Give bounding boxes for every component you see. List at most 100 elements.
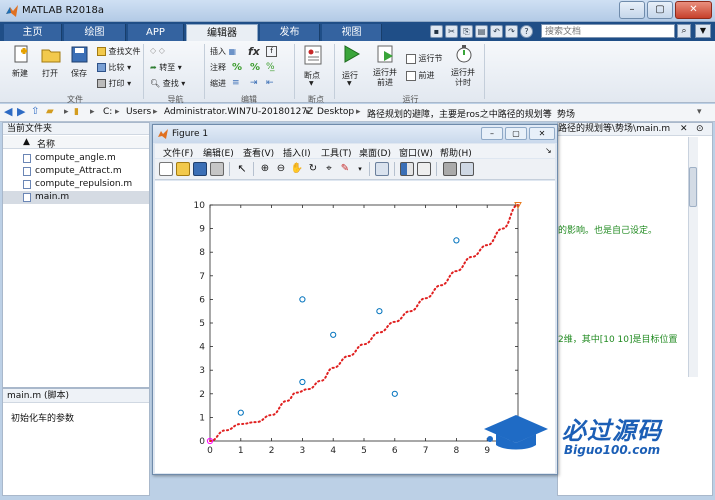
filter-icon[interactable]: ▼ bbox=[695, 24, 711, 38]
menu-view[interactable]: 查看(V) bbox=[243, 146, 274, 159]
run-dropdown-icon[interactable]: ▼ bbox=[347, 80, 352, 87]
file-name: compute_repulsion.m bbox=[35, 179, 133, 189]
back-arrow-icon[interactable]: ◀ bbox=[4, 105, 12, 118]
tab-publish[interactable]: 发布 bbox=[260, 24, 320, 41]
wrap-comments-icon[interactable]: %̲ bbox=[266, 62, 275, 72]
print-figure-icon[interactable] bbox=[210, 162, 224, 176]
forward-arrow-icon[interactable]: ▶ bbox=[17, 105, 25, 118]
qa-copy-icon[interactable]: ⎘ bbox=[460, 25, 473, 38]
link-plot-icon[interactable] bbox=[375, 162, 389, 176]
zoom-out-icon[interactable]: ⊖ bbox=[274, 162, 288, 176]
maximize-button[interactable]: ▢ bbox=[647, 1, 673, 19]
nav-back-forward[interactable]: ◇ ◇ bbox=[150, 46, 165, 55]
help-icon[interactable]: ? bbox=[520, 25, 533, 38]
current-folder-column-header[interactable]: ▲ 名称 bbox=[3, 136, 149, 150]
qa-undo-icon[interactable]: ↶ bbox=[490, 25, 503, 38]
fx-icon[interactable]: fx bbox=[248, 45, 260, 58]
path-segment-drive[interactable]: C: bbox=[103, 107, 112, 117]
breakpoints-button[interactable] bbox=[303, 45, 323, 65]
uncomment-icon[interactable]: % bbox=[250, 62, 260, 73]
menu-desktop[interactable]: 桌面(D) bbox=[359, 146, 391, 159]
brush-dropdown-icon[interactable]: ▾ bbox=[353, 162, 367, 176]
save-button[interactable] bbox=[69, 45, 91, 63]
address-bar[interactable]: ◀ ▶ ⇧ ▰ ▸ ▮ ▸ C: ▸ Users ▸ Administrator… bbox=[0, 104, 715, 122]
decrease-indent-icon[interactable]: ⇤ bbox=[266, 78, 274, 88]
path-segment-desktop[interactable]: Desktop bbox=[317, 107, 354, 117]
figure-minimize-button[interactable]: – bbox=[481, 127, 503, 140]
search-documentation-input[interactable] bbox=[541, 24, 675, 38]
figure-maximize-button[interactable]: ▢ bbox=[505, 127, 527, 140]
save-figure-icon[interactable] bbox=[193, 162, 207, 176]
path-segment-potential-field[interactable]: 势场 bbox=[557, 107, 575, 120]
tab-editor[interactable]: 编辑器 bbox=[186, 24, 258, 41]
qa-cut-icon[interactable]: ✂ bbox=[445, 25, 458, 38]
editor-vertical-scrollbar[interactable] bbox=[688, 137, 698, 377]
menu-tools[interactable]: 工具(T) bbox=[321, 146, 352, 159]
comment-button[interactable]: 注释 bbox=[210, 62, 226, 73]
path-segment-user[interactable]: Administrator.WIN7U-20180127Z bbox=[164, 107, 313, 117]
file-row[interactable]: compute_angle.m bbox=[3, 152, 149, 165]
menu-edit[interactable]: 编辑(E) bbox=[203, 146, 234, 159]
file-row[interactable]: compute_Attract.m bbox=[3, 165, 149, 178]
menu-file[interactable]: 文件(F) bbox=[163, 146, 193, 159]
open-file-icon[interactable] bbox=[176, 162, 190, 176]
pan-hand-icon[interactable]: ✋ bbox=[290, 162, 304, 176]
run-and-advance-button[interactable] bbox=[376, 44, 396, 64]
rotate-3d-icon[interactable]: ↻ bbox=[306, 162, 320, 176]
open-button[interactable] bbox=[40, 45, 62, 63]
path-dropdown-icon[interactable]: ▾ bbox=[697, 107, 702, 117]
goto-button[interactable]: ➦ 转至 ▾ bbox=[150, 62, 182, 73]
increase-indent-icon[interactable]: ⇥ bbox=[250, 78, 258, 88]
colorbar-icon[interactable] bbox=[400, 162, 414, 176]
compare-button[interactable]: 比较 ▾ bbox=[97, 62, 131, 73]
comment-percent-icon[interactable]: % bbox=[232, 62, 242, 73]
insert-button[interactable]: 插入 ▦ bbox=[210, 46, 236, 57]
menu-insert[interactable]: 插入(I) bbox=[283, 146, 311, 159]
breakpoints-dropdown-icon[interactable]: ▼ bbox=[309, 80, 314, 87]
find-button[interactable]: 🔍︎ 查找 ▾ bbox=[150, 78, 185, 89]
editor-menu-icon[interactable]: ⊙ bbox=[696, 124, 704, 134]
toolbar-divider bbox=[253, 162, 254, 176]
editor-scroll-thumb[interactable] bbox=[689, 167, 697, 207]
tab-view[interactable]: 视图 bbox=[322, 24, 382, 41]
up-folder-icon[interactable]: ⇧ bbox=[31, 106, 39, 117]
path-segment-users[interactable]: Users bbox=[126, 107, 151, 117]
new-button[interactable] bbox=[10, 45, 32, 63]
figure-close-button[interactable]: ✕ bbox=[529, 127, 555, 140]
legend-icon[interactable] bbox=[417, 162, 431, 176]
hide-plot-tools-icon[interactable] bbox=[443, 162, 457, 176]
indent-button[interactable]: 缩进 bbox=[210, 78, 226, 89]
find-files-button[interactable]: 查找文件 bbox=[97, 46, 141, 57]
run-and-time-button[interactable] bbox=[454, 44, 474, 64]
close-button[interactable]: ✕ bbox=[675, 1, 712, 19]
path-segment-project[interactable]: 路径规划的避障，主要是ros之中路径的规划等 bbox=[367, 107, 552, 120]
run-section-button[interactable]: 运行节 bbox=[406, 53, 443, 64]
minimize-button[interactable]: – bbox=[619, 1, 645, 19]
qa-paste-icon[interactable]: ▤ bbox=[475, 25, 488, 38]
tab-home[interactable]: 主页 bbox=[4, 24, 62, 41]
file-row[interactable]: compute_repulsion.m bbox=[3, 178, 149, 191]
tab-plots[interactable]: 绘图 bbox=[64, 24, 126, 41]
menu-dock-icon[interactable]: ↘ bbox=[545, 146, 552, 155]
function-browser-icon[interactable]: f bbox=[266, 46, 277, 57]
run-button[interactable] bbox=[341, 44, 361, 64]
editor-close-icon[interactable]: ✕ bbox=[680, 124, 688, 134]
file-row-selected[interactable]: main.m bbox=[3, 191, 149, 204]
zoom-in-icon[interactable]: ⊕ bbox=[258, 162, 272, 176]
advance-button[interactable]: 前进 bbox=[406, 70, 435, 81]
brush-icon[interactable]: ✎ bbox=[338, 162, 352, 176]
menu-window[interactable]: 窗口(W) bbox=[399, 146, 433, 159]
browse-folder-icon[interactable]: ▰ bbox=[46, 106, 54, 117]
data-cursor-icon[interactable]: ⌖ bbox=[322, 162, 336, 176]
print-button[interactable]: 打印 ▾ bbox=[97, 78, 131, 89]
new-figure-icon[interactable] bbox=[159, 162, 173, 176]
menu-help[interactable]: 帮助(H) bbox=[440, 146, 472, 159]
search-icon[interactable]: ⌕ bbox=[677, 24, 691, 38]
qa-save-icon[interactable]: ▪ bbox=[430, 25, 443, 38]
edit-plot-arrow-icon[interactable]: ↖ bbox=[235, 162, 249, 176]
qa-redo-icon[interactable]: ↷ bbox=[505, 25, 518, 38]
tab-apps[interactable]: APP bbox=[128, 24, 184, 41]
figure-title-bar[interactable]: Figure 1 – ▢ ✕ bbox=[153, 125, 557, 143]
smart-indent-icon[interactable]: ≡ bbox=[232, 78, 240, 88]
show-plot-tools-icon[interactable] bbox=[460, 162, 474, 176]
